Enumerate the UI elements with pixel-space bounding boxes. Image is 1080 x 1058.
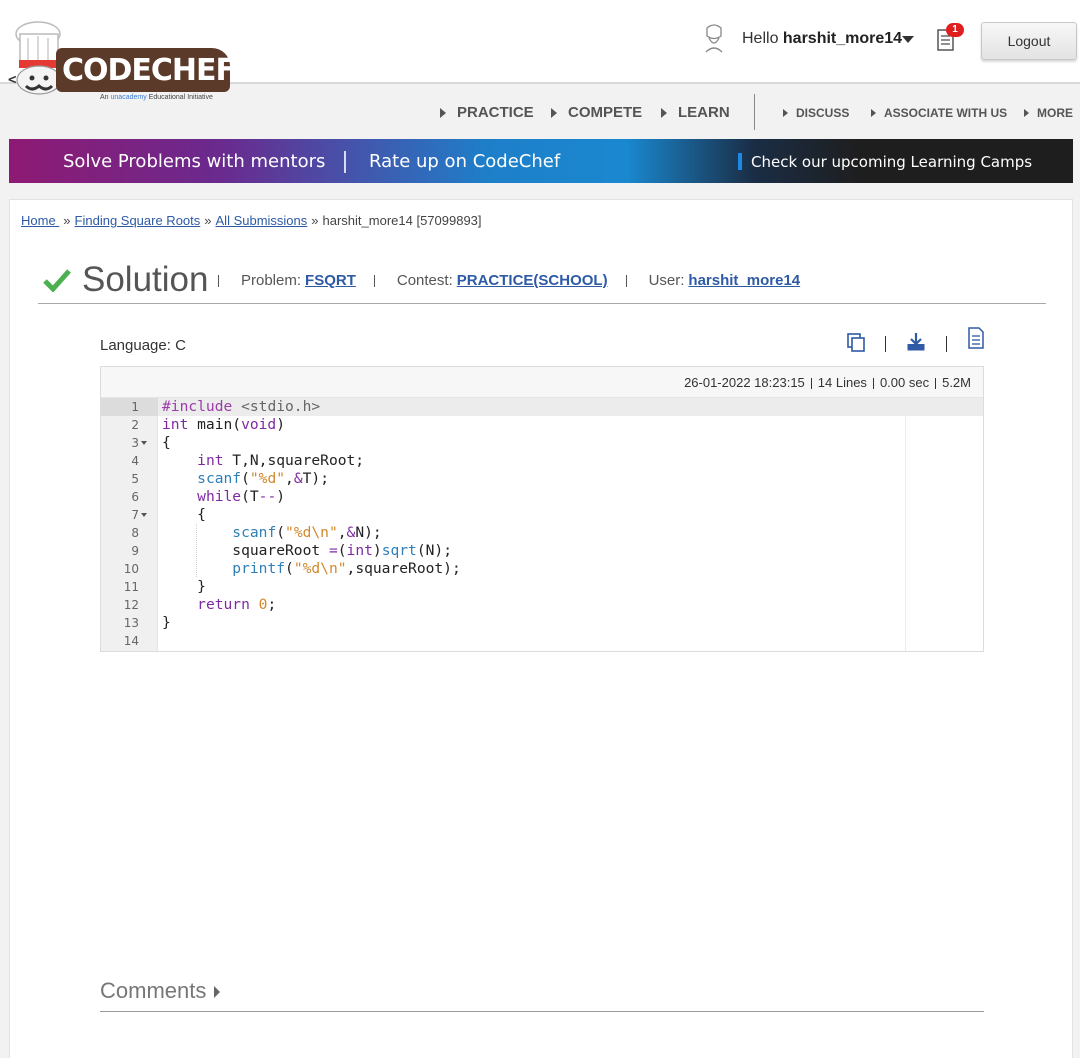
triangle-right-icon: [440, 107, 446, 118]
code-text: scanf("%d\n",&N);: [232, 524, 382, 541]
code-text: int main(void): [162, 416, 286, 433]
page-title: Solution: [82, 260, 209, 299]
nav-compete[interactable]: COMPETE: [551, 104, 642, 121]
triangle-right-icon: [551, 107, 557, 118]
line-number: 13: [123, 616, 139, 630]
solution-card: Home » Finding Square Roots» All Submissio…: [9, 199, 1073, 1058]
code-text: return 0;: [197, 596, 277, 613]
code-line: 4 int T,N,squareRoot;: [101, 452, 983, 470]
nav-more[interactable]: MORE: [1024, 106, 1073, 120]
code-line: 1 #include <stdio.h>: [101, 398, 983, 416]
code-text: while(T--): [197, 488, 286, 505]
line-count: 14 Lines: [817, 375, 867, 390]
code-line: 9 squareRoot =(int)sqrt(N);: [101, 542, 983, 560]
code-line: 3{: [101, 434, 983, 452]
line-number: 6: [131, 490, 139, 504]
code-line: 6 while(T--): [101, 488, 983, 506]
code-line: 11 }: [101, 578, 983, 596]
code-line: 8 scanf("%d\n",&N);: [101, 524, 983, 542]
promo-banner[interactable]: Solve Problems with mentors Rate up on C…: [9, 139, 1073, 183]
exec-time: 0.00 sec: [879, 375, 930, 390]
code-text: scanf("%d",&T);: [197, 470, 329, 487]
notification-badge: 1: [946, 23, 964, 37]
line-number: 9: [131, 544, 139, 558]
code-meta-bar: 26-01-2022 18:23:15 14 Lines 0.00 sec 5.2M: [101, 367, 983, 398]
line-number: 12: [123, 598, 139, 612]
line-number: 2: [131, 418, 139, 432]
code-text: int T,N,squareRoot;: [197, 452, 365, 469]
code-text: }: [162, 578, 206, 595]
document-icon[interactable]: [965, 326, 987, 350]
logo-text: CODECHEF: [62, 53, 236, 88]
code-toolbar: [845, 327, 990, 356]
line-number: 11: [123, 580, 139, 594]
code-line: 12 return 0;: [101, 596, 983, 614]
triangle-right-icon: [661, 107, 667, 118]
code-line: 14: [101, 632, 983, 650]
line-number: 4: [131, 454, 139, 468]
code-line: 13}: [101, 614, 983, 632]
user-link[interactable]: harshit_more14: [688, 272, 800, 289]
code-text: squareRoot =(int)sqrt(N);: [162, 542, 452, 559]
breadcrumb-current: harshit_more14 [57099893]: [322, 213, 482, 228]
code-line: 5 scanf("%d",&T);: [101, 470, 983, 488]
nav-associate[interactable]: ASSOCIATE WITH US: [871, 106, 1007, 120]
comments-label: Comments: [100, 978, 207, 1003]
line-number: 1: [131, 400, 139, 414]
banner-rate-up-link[interactable]: Rate up on CodeChef: [369, 151, 560, 172]
line-number: 7: [131, 508, 139, 522]
code-text: #include <stdio.h>: [162, 398, 321, 415]
code-line: 7 {: [101, 506, 983, 524]
triangle-right-icon: [214, 986, 220, 998]
solution-meta: Problem: FSQRT Contest: PRACTICE(SCHOOL)…: [218, 272, 818, 289]
banner-mentors-link[interactable]: Solve Problems with mentors: [63, 151, 325, 172]
banner-accent-bar: [738, 153, 742, 170]
user-avatar-icon[interactable]: [702, 24, 726, 54]
solution-header: Solution Problem: FSQRT Contest: PRACTIC…: [38, 258, 1046, 304]
nav-learn[interactable]: LEARN: [661, 104, 730, 121]
code-text: {: [162, 506, 206, 523]
line-number: 3: [131, 436, 139, 450]
triangle-right-icon: [783, 109, 788, 117]
breadcrumb-problem[interactable]: Finding Square Roots: [75, 213, 201, 228]
code-text: {: [162, 434, 171, 451]
comments-header[interactable]: Comments: [100, 974, 984, 1012]
logout-button[interactable]: Logout: [981, 22, 1077, 60]
contest-link[interactable]: PRACTICE(SCHOOL): [457, 272, 608, 289]
memory-usage: 5.2M: [942, 375, 971, 390]
breadcrumb: Home » Finding Square Roots» All Submissio…: [21, 213, 482, 228]
copy-icon[interactable]: [845, 330, 867, 354]
user-greeting[interactable]: Hello harshit_more14: [742, 30, 902, 48]
submission-date: 26-01-2022 18:23:15: [684, 375, 805, 390]
breadcrumb-home[interactable]: Home: [21, 213, 59, 228]
download-icon[interactable]: [905, 330, 927, 354]
triangle-right-icon: [871, 109, 876, 117]
nav-divider: [754, 94, 755, 130]
code-line: 2 int main(void): [101, 416, 983, 434]
line-number: 10: [123, 562, 139, 576]
banner-learning-camps-link[interactable]: Check our upcoming Learning Camps: [751, 153, 1032, 171]
site-header: < > CODECHEF An unacademy Educational In…: [0, 0, 1080, 101]
breadcrumb-submissions[interactable]: All Submissions: [216, 213, 308, 228]
problem-code-link[interactable]: FSQRT: [305, 272, 356, 289]
user-area: Hello harshit_more14 1 Logout: [680, 20, 1080, 60]
line-number: 5: [131, 472, 139, 486]
triangle-right-icon: [1024, 109, 1029, 117]
user-menu-chevron-down-icon[interactable]: [902, 36, 914, 43]
banner-divider: [344, 151, 346, 173]
fold-toggle-icon[interactable]: [141, 513, 147, 517]
language-label: Language: C: [100, 337, 186, 354]
check-icon: [43, 269, 71, 292]
line-number: 8: [131, 526, 139, 540]
nav-practice[interactable]: PRACTICE: [440, 104, 534, 121]
nav-discuss[interactable]: DISCUSS: [783, 106, 849, 120]
code-text: printf("%d\n",squareRoot);: [232, 560, 461, 577]
line-number: 14: [123, 634, 139, 648]
main-nav: PRACTICE COMPETE LEARN DISCUSS ASSOCIATE…: [0, 84, 1080, 138]
code-line: 10 printf("%d\n",squareRoot);: [101, 560, 983, 578]
code-text: }: [162, 614, 171, 631]
fold-toggle-icon[interactable]: [141, 441, 147, 445]
code-viewer[interactable]: 26-01-2022 18:23:15 14 Lines 0.00 sec 5.2M …: [100, 366, 984, 652]
